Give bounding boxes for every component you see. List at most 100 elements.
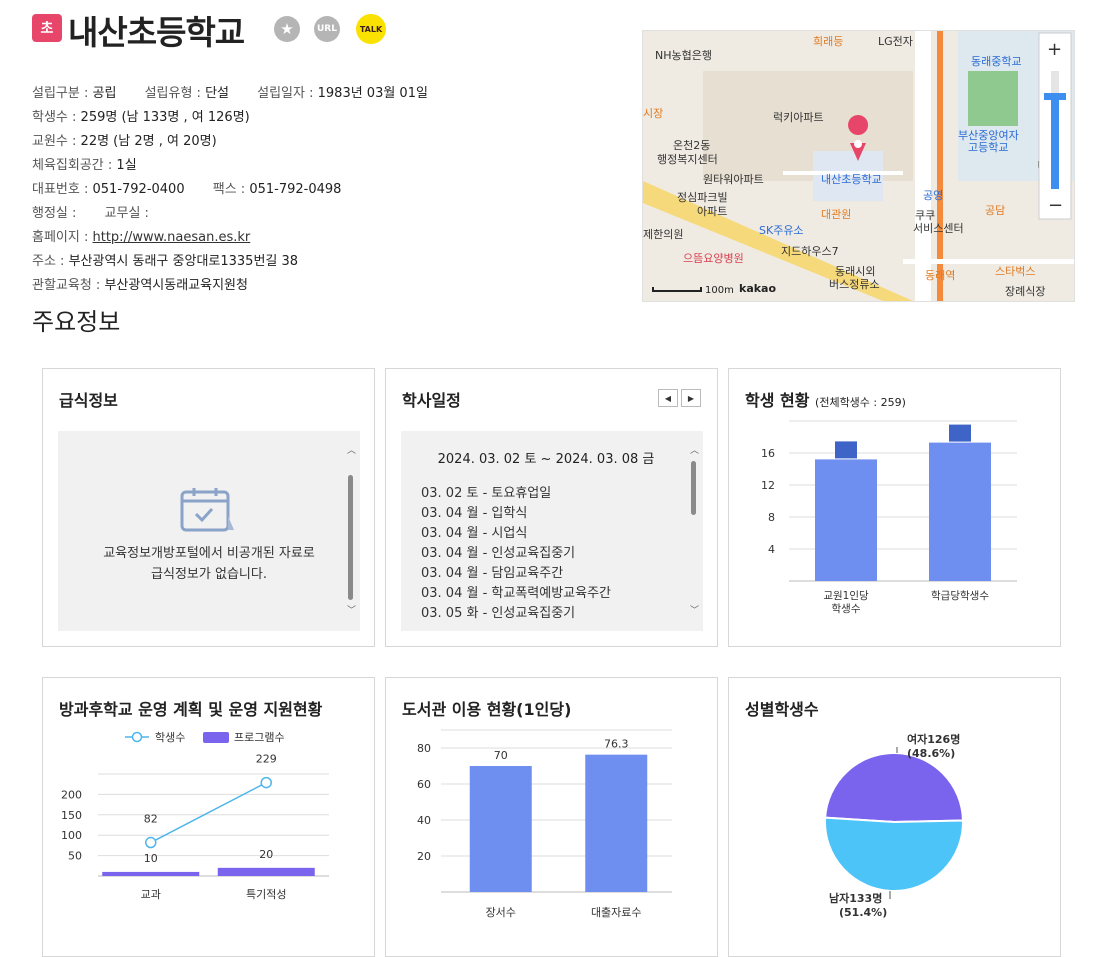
student-status-card: 학생 현황 (전체학생수 : 259) 4 8 12 16 교원1인당 학생수 학급당학생수	[728, 368, 1061, 647]
info-row-establishment: 설립구분 : 공립 설립유형 : 단설 설립일자 : 1983년 03월 01일	[32, 82, 428, 101]
map-label: 공영	[923, 189, 943, 202]
map-label: 행정복지센터	[657, 153, 718, 166]
map-label: NH농협은행	[655, 49, 712, 62]
y-tick-label: 50	[68, 850, 82, 863]
info-label: 팩스 :	[212, 182, 246, 197]
map-label: 내산초등학교	[821, 173, 882, 186]
school-marker-icon[interactable]	[848, 115, 869, 135]
card-title: 학사일정	[402, 391, 461, 410]
info-value: 단설	[205, 86, 229, 101]
meal-message-line: 급식정보가 없습니다.	[151, 567, 267, 582]
bar-value-label: 20	[259, 848, 273, 861]
kakao-logo: kakao	[739, 282, 776, 295]
pie-slice	[824, 752, 965, 824]
afterschool-chart: 학생수 프로그램수 50 100 150 200 10 교과 20 특기적성 82 229	[61, 731, 329, 901]
info-label: 설립유형 :	[144, 86, 201, 101]
info-label: 설립구분 :	[32, 86, 89, 101]
bar-value-label	[835, 441, 857, 459]
zoom-slider-handle[interactable]	[1044, 93, 1066, 100]
calendar-event: 03. 04 월 - 학교폭력예방교육주간	[421, 586, 611, 601]
calendar-event: 03. 05 화 - 인성교육집중기	[421, 606, 576, 621]
y-tick-label: 80	[417, 742, 431, 755]
scrollbar-thumb[interactable]	[348, 475, 353, 600]
meal-content-box: 교육정보개방포털에서 비공개된 자료로 급식정보가 없습니다. ︿ ﹀	[58, 431, 360, 631]
x-tick-label: 대출자료수	[591, 906, 642, 919]
calendar-card: 학사일정 ◀ ▶ 2024. 03. 02 토 ~ 2024. 03. 08 금…	[385, 368, 718, 647]
zoom-out-button[interactable]: −	[1048, 195, 1063, 216]
scrollbar-thumb[interactable]	[691, 461, 696, 515]
scroll-up-icon[interactable]: ︿	[347, 443, 356, 456]
y-tick-label: 4	[768, 543, 775, 556]
map-label: 정심파크빌	[677, 191, 728, 204]
scroll-up-icon[interactable]: ︿	[690, 443, 699, 456]
info-label: 주소 :	[32, 254, 65, 269]
map-label: SK주유소	[759, 224, 804, 237]
favorite-star-icon[interactable]: ★	[274, 16, 300, 42]
map-label: 대관원	[821, 208, 851, 221]
afterschool-card: 방과후학교 운영 계획 및 운영 지원현황 학생수 프로그램수 50 100 150 20…	[42, 677, 375, 957]
card-title-text: 학생 현황	[745, 391, 810, 410]
pie-label-pct: (51.4%)	[839, 906, 887, 919]
location-map[interactable]: NH농협은행 희래등 LG전자 동래중학교 시장 럭키아파트 부산중앙여자 고등…	[642, 30, 1075, 302]
card-subtitle: (전체학생수 : 259)	[815, 396, 906, 409]
school-name: 내산초등학교	[68, 13, 245, 52]
map-street	[903, 259, 1074, 264]
map-label: 동래시외	[835, 265, 875, 278]
kakaotalk-share-button[interactable]: TALK	[356, 14, 386, 44]
info-label: 교원수 :	[32, 134, 77, 149]
map-canvas: NH농협은행 희래등 LG전자 동래중학교 시장 럭키아파트 부산중앙여자 고등…	[643, 31, 1074, 301]
y-tick-label: 100	[61, 829, 82, 842]
x-tick-label: 장서수	[486, 906, 516, 919]
info-label: 관할교육청 :	[32, 278, 101, 293]
info-value: 1983년 03월 01일	[317, 86, 428, 101]
info-row-offices: 행정실 : 교무실 :	[32, 202, 149, 221]
pie-slice	[824, 816, 964, 892]
card-title: 학생 현황 (전체학생수 : 259)	[745, 387, 906, 411]
info-row-homepage: 홈페이지 : http://www.naesan.es.kr	[32, 226, 250, 245]
info-row-phone: 대표번호 : 051-792-0400 팩스 : 051-792-0498	[32, 178, 341, 197]
calendar-content-box: 2024. 03. 02 토 ~ 2024. 03. 08 금 03. 02 토…	[401, 431, 703, 631]
map-label: 서비스센터	[913, 222, 964, 235]
calendar-check-icon	[180, 488, 234, 532]
calendar-prev-button[interactable]: ◀	[658, 389, 678, 407]
zoom-in-button[interactable]: +	[1047, 39, 1062, 60]
y-tick-label: 8	[768, 511, 775, 524]
info-value: 공립	[92, 86, 117, 101]
map-label: LG전자	[878, 35, 913, 48]
map-label: 장례식장	[1005, 285, 1045, 298]
bar-value-label: 70	[494, 749, 508, 762]
scroll-down-icon[interactable]: ﹀	[690, 603, 699, 616]
school-marker-dot	[854, 140, 862, 148]
bar	[469, 766, 532, 892]
calendar-event: 03. 04 월 - 시업식	[421, 526, 528, 541]
url-copy-button[interactable]: URL	[314, 16, 340, 42]
library-chart: 20 40 60 80 70 장서수 76.3 대출자료수	[417, 729, 672, 919]
line-value-label: 229	[256, 753, 277, 766]
map-label: 지드하우스7	[781, 244, 839, 258]
card-title: 급식정보	[59, 391, 118, 410]
map-scale-label: 100m	[705, 285, 734, 296]
meal-empty-message: 교육정보개방포털에서 비공개된 자료로 급식정보가 없습니다.	[58, 543, 360, 585]
map-label: 으뜸요양병원	[683, 252, 744, 265]
map-label: 럭키아파트	[773, 111, 824, 124]
x-tick-label: 교원1인당	[823, 590, 869, 602]
homepage-link[interactable]: http://www.naesan.es.kr	[93, 230, 251, 245]
info-row-students: 학생수 : 259명 (남 133명 , 여 126명)	[32, 106, 250, 125]
legend-label: 프로그램수	[234, 731, 285, 744]
library-card: 도서관 이용 현황(1인당) 20 40 60 80 70 장서수 76.3 대출자료수	[385, 677, 718, 957]
info-label: 홈페이지 :	[32, 230, 89, 245]
calendar-event: 03. 04 월 - 담임교육주간	[421, 566, 564, 581]
calendar-next-button[interactable]: ▶	[681, 389, 701, 407]
info-row-teachers: 교원수 : 22명 (남 2명 , 여 20명)	[32, 130, 217, 149]
pie-label-pct: (48.6%)	[907, 747, 955, 760]
card-title: 도서관 이용 현황(1인당)	[402, 700, 572, 719]
school-level-badge: 초	[32, 14, 62, 42]
y-tick-label: 20	[417, 850, 431, 863]
meal-message-line: 교육정보개방포털에서 비공개된 자료로	[103, 546, 315, 561]
y-tick-label: 150	[61, 809, 82, 822]
line-point	[260, 776, 272, 789]
scroll-down-icon[interactable]: ﹀	[347, 603, 356, 616]
map-label: 동래역	[925, 269, 955, 282]
series-line	[150, 781, 267, 844]
info-value: 051-792-0400	[92, 182, 185, 197]
